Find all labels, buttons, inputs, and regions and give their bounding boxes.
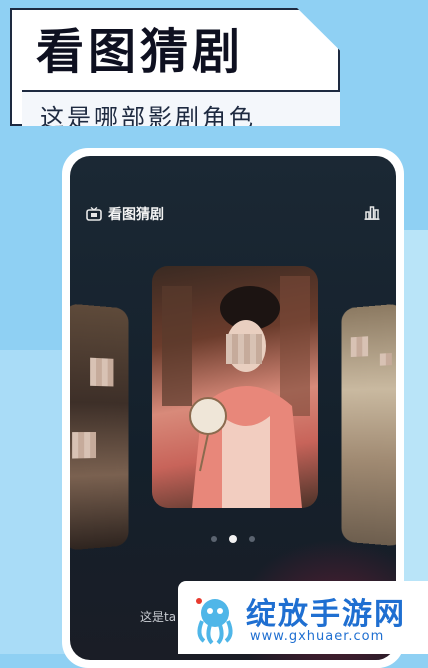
face-mosaic: [72, 432, 97, 459]
promo-title: 看图猜剧: [36, 24, 245, 80]
face-mosaic: [379, 353, 392, 366]
game-mode-description: 这是ta: [140, 610, 177, 624]
bar-chart-icon[interactable]: [364, 204, 380, 220]
face-mosaic: [226, 334, 262, 364]
carousel-dot[interactable]: [249, 536, 255, 542]
watermark-site-name: 绽放手游网: [246, 597, 406, 632]
watermark-url: www.gxhuaer.com: [250, 629, 385, 644]
carousel-indicator: [70, 535, 396, 543]
carousel-card-previous[interactable]: [70, 303, 129, 551]
carousel-dot[interactable]: [211, 536, 217, 542]
promo-subtitle-box: 这是哪部影剧角色: [22, 90, 340, 132]
carousel-dot-active[interactable]: [229, 535, 237, 543]
carousel-card-current[interactable]: [152, 266, 318, 508]
face-mosaic: [350, 336, 369, 358]
octopus-logo: [196, 598, 233, 645]
promo-subtitle: 这是哪部影剧角色: [40, 104, 256, 132]
promo-title-card: 看图猜剧 这是哪部影剧角色: [10, 8, 340, 126]
site-watermark: 绽放手游网 www.gxhuaer.com: [178, 581, 428, 654]
carousel-card-next[interactable]: [341, 303, 396, 547]
app-header: 看图猜剧: [86, 204, 164, 224]
app-header-title: 看图猜剧: [108, 207, 164, 223]
tv-icon: [86, 207, 102, 221]
face-mosaic: [90, 357, 114, 387]
drama-character-image: [162, 276, 310, 508]
